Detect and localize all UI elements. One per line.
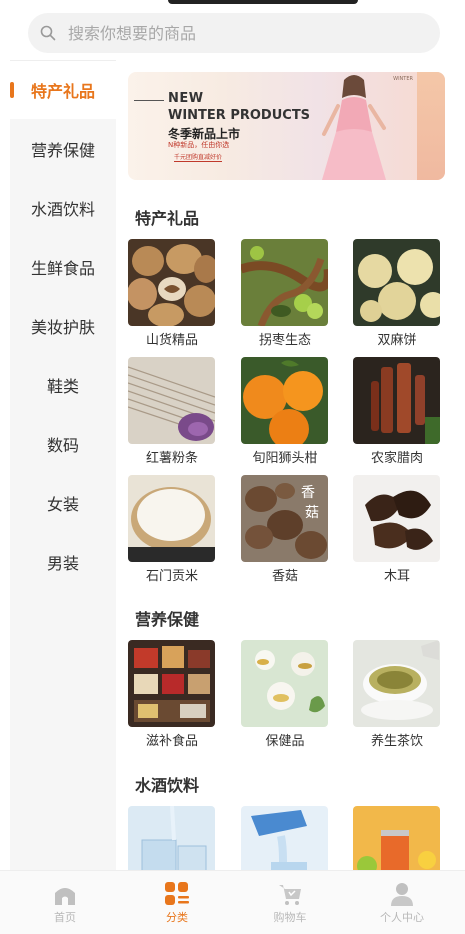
category-item-label: 木耳 — [383, 569, 410, 584]
category-item-label: 养生茶饮 — [370, 734, 423, 749]
section-title-specialty: 特产礼品 — [135, 209, 200, 228]
banner-tag: 千元团购直减好价 — [174, 154, 223, 162]
sidebar-item-drinks[interactable]: 水酒饮料 — [10, 179, 116, 237]
sidebar-item-beauty[interactable]: 美妆护肤 — [10, 297, 116, 355]
sidebar-item-mens-clothing[interactable]: 男装 — [10, 533, 116, 591]
category-item-label: 农家腊肉 — [370, 451, 423, 466]
tab-label: 个人中心 — [380, 911, 424, 924]
search-bar[interactable] — [28, 13, 440, 53]
tab-category[interactable]: 分类 — [137, 881, 217, 925]
category-item-raisin-tree[interactable]: 拐枣生态 — [241, 239, 329, 348]
sweet-potato-noodle-image — [128, 357, 215, 444]
tab-label: 购物车 — [273, 911, 307, 924]
sidebar-item-digital[interactable]: 数码 — [10, 415, 116, 473]
svg-text:菇: 菇 — [305, 505, 319, 521]
banner-edge — [417, 72, 445, 180]
bacon-image — [353, 357, 440, 444]
category-item-label: 拐枣生态 — [258, 333, 311, 348]
mushroom-image: 香菇 — [241, 475, 328, 562]
fungus-image — [353, 475, 440, 562]
tab-label: 首页 — [54, 911, 76, 924]
home-icon — [55, 888, 75, 905]
banner-subtitle: N种新品，任由你选 — [168, 141, 230, 149]
banner-divider — [134, 100, 164, 101]
banner-title-en: WINTER PRODUCTS — [168, 108, 311, 123]
top-bar — [0, 0, 465, 60]
bottom-tab-bar: 首页 分类 购物车 个人中心 — [0, 870, 465, 934]
category-item-label: 保健品 — [265, 734, 305, 749]
search-input[interactable] — [68, 23, 408, 43]
category-item-label: 滋补食品 — [145, 734, 198, 749]
tab-label: 分类 — [166, 911, 188, 924]
tab-profile[interactable]: 个人中心 — [362, 881, 442, 925]
search-icon — [40, 25, 56, 41]
category-item-mushroom[interactable]: 香菇 香菇 — [241, 475, 329, 584]
orange-image — [241, 357, 328, 444]
category-item-herbal-tea[interactable]: 养生茶饮 — [353, 640, 441, 749]
soda-can-image — [353, 806, 440, 870]
sidebar-item-nutrition-health[interactable]: 营养保健 — [10, 120, 116, 178]
category-item-label: 石门贡米 — [145, 569, 198, 584]
category-sidebar: 特产礼品 营养保健 水酒饮料 生鲜食品 美妆护肤 鞋类 数码 女装 男装 — [10, 60, 116, 870]
sidebar-item-fresh-food[interactable]: 生鲜食品 — [10, 238, 116, 296]
sidebar-item-specialty-gifts[interactable]: 特产礼品 — [10, 61, 116, 119]
raisin-tree-image — [241, 239, 328, 326]
sidebar-item-shoes[interactable]: 鞋类 — [10, 356, 116, 414]
category-item-bacon[interactable]: 农家腊肉 — [353, 357, 441, 466]
model-figure-image — [322, 75, 386, 180]
svg-text:香: 香 — [301, 485, 315, 501]
category-item-water-glass[interactable] — [128, 806, 216, 870]
category-item-soda[interactable] — [353, 806, 441, 870]
status-notch — [168, 0, 358, 4]
water-glass-image — [128, 806, 215, 870]
herbal-tea-image — [353, 640, 440, 727]
walnut-image — [128, 239, 215, 326]
section-title-drinks: 水酒饮料 — [135, 776, 200, 795]
category-item-sweet-potato-noodles[interactable]: 红薯粉条 — [128, 357, 216, 466]
category-item-fungus[interactable]: 木耳 — [353, 475, 441, 584]
sesame-cake-image — [353, 239, 440, 326]
banner-corner-text: WINTER — [393, 76, 413, 82]
tab-cart[interactable]: 购物车 — [250, 881, 330, 925]
section-title-nutrition: 营养保健 — [135, 610, 200, 629]
promo-banner[interactable]: NEW WINTER PRODUCTS 冬季新品上市 N种新品，任由你选 千元团… — [128, 72, 445, 180]
tonic-herbs-image — [128, 640, 215, 727]
user-icon — [391, 883, 413, 906]
bottled-water-image — [241, 806, 328, 870]
sidebar-item-womens-clothing[interactable]: 女装 — [10, 474, 116, 532]
category-item-walnut[interactable]: 山货精品 — [128, 239, 216, 348]
category-item-label: 旬阳狮头柑 — [252, 451, 318, 466]
supplement-image — [241, 640, 328, 727]
category-item-rice[interactable]: 石门贡米 — [128, 475, 216, 584]
category-item-label: 山货精品 — [145, 333, 198, 348]
category-icon — [165, 882, 189, 905]
category-item-supplement[interactable]: 保健品 — [241, 640, 329, 749]
category-item-label: 香菇 — [271, 569, 298, 584]
banner-new-text: NEW — [168, 91, 204, 106]
category-item-label: 双麻饼 — [377, 333, 417, 348]
category-content: NEW WINTER PRODUCTS 冬季新品上市 N种新品，任由你选 千元团… — [116, 60, 465, 870]
category-item-sesame-cake[interactable]: 双麻饼 — [353, 239, 441, 348]
category-item-orange[interactable]: 旬阳狮头柑 — [241, 357, 329, 466]
category-item-tonic[interactable]: 滋补食品 — [128, 640, 216, 749]
tab-home[interactable]: 首页 — [25, 881, 105, 925]
cart-icon — [279, 885, 301, 905]
category-item-bottled-water[interactable] — [241, 806, 329, 870]
category-item-label: 红薯粉条 — [145, 451, 198, 466]
rice-image — [128, 475, 215, 562]
